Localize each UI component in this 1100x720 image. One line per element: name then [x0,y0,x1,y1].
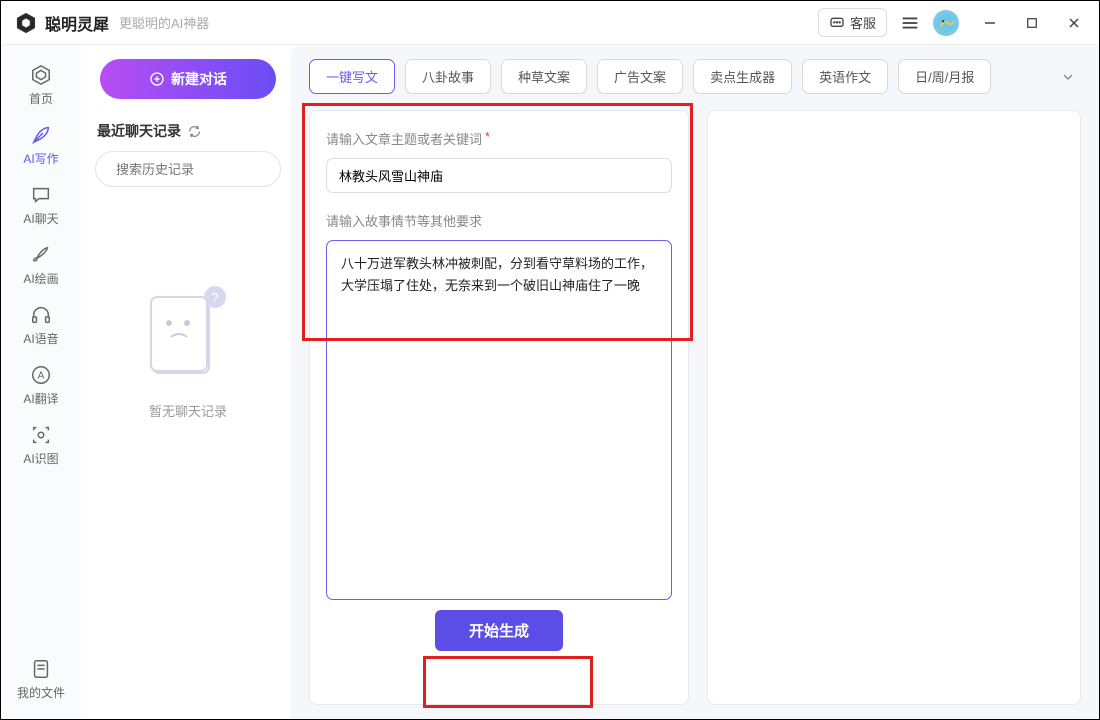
sidebar-item-voice[interactable]: AI语音 [11,297,71,353]
main-area: 一键写文 八卦故事 种草文案 广告文案 卖点生成器 英语作文 日/周/月报 请输… [291,45,1099,719]
form-column: 请输入文章主题或者关键词 * 请输入故事情节等其他要求 开始生成 [309,110,689,705]
new-chat-button[interactable]: 新建对话 [100,59,276,99]
sidebar-item-translate[interactable]: A AI翻译 [11,357,71,413]
sidebar-item-writing[interactable]: AI写作 [11,117,71,173]
new-chat-label: 新建对话 [171,69,227,89]
tab-report[interactable]: 日/周/月报 [898,59,991,94]
sidebar-item-label: AI语音 [23,330,58,347]
feather-icon [30,124,52,146]
avatar[interactable] [933,10,959,36]
required-asterisk: * [485,129,490,148]
app-name: 聪明灵犀 [45,11,109,35]
sidebar-item-home[interactable]: 首页 [11,57,71,113]
svg-text:?: ? [211,290,218,305]
sidebar-item-draw[interactable]: AI绘画 [11,237,71,293]
tab-english-essay[interactable]: 英语作文 [802,59,888,94]
chat-icon [829,15,845,31]
scan-icon [30,424,52,446]
tab-onekey-write[interactable]: 一键写文 [309,59,395,94]
sidebar-item-label: 首页 [29,90,53,107]
history-title-text: 最近聊天记录 [97,121,181,141]
titlebar: 聪明灵犀 更聪明的AI神器 客服 [1,1,1099,45]
app-logo-icon [15,12,37,34]
tab-gossip[interactable]: 八卦故事 [405,59,491,94]
menu-button[interactable] [899,12,921,34]
generate-button[interactable]: 开始生成 [435,610,563,651]
history-title: 最近聊天记录 [97,121,279,141]
sidebar-item-label: AI翻译 [23,390,58,407]
tabs-more-button[interactable] [1055,64,1081,90]
app-subtitle: 更聪明的AI神器 [119,13,209,32]
sidebar-item-label: AI聊天 [23,210,58,227]
refresh-icon[interactable] [187,124,202,139]
tab-ad-copy[interactable]: 广告文案 [597,59,683,94]
minimize-button[interactable] [979,12,1001,34]
close-button[interactable] [1063,12,1085,34]
history-search[interactable] [95,151,281,187]
sidebar-item-chat[interactable]: AI聊天 [11,177,71,233]
headphone-icon [30,304,52,326]
chevron-down-icon [1060,69,1076,85]
tabs: 一键写文 八卦故事 种草文案 广告文案 卖点生成器 英语作文 日/周/月报 [309,59,1081,94]
sidebar-item-label: 我的文件 [17,684,65,701]
plot-textarea[interactable] [326,240,672,600]
history-empty-text: 暂无聊天记录 [149,401,227,420]
output-column [707,110,1081,705]
topic-input[interactable] [326,158,672,193]
home-icon [30,64,52,86]
support-button[interactable]: 客服 [818,8,887,37]
file-icon [30,658,52,680]
history-panel: 新建对话 最近聊天记录 ? 暂无聊天记录 [81,45,291,719]
maximize-button[interactable] [1021,12,1043,34]
translate-icon: A [30,364,52,386]
annotation-highlight-bottom [423,656,593,708]
sidebar-item-label: AI写作 [23,150,58,167]
support-label: 客服 [850,13,876,32]
empty-illustration: ? [143,283,233,383]
svg-text:A: A [38,370,45,381]
plus-circle-icon [149,71,165,87]
plot-label: 请输入故事情节等其他要求 [326,211,672,230]
sidebar-item-label: AI识图 [23,450,58,467]
sidebar-item-files[interactable]: 我的文件 [11,651,71,707]
topic-label: 请输入文章主题或者关键词 * [326,129,672,148]
sidebar-item-label: AI绘画 [23,270,58,287]
sidebar: 首页 AI写作 AI聊天 AI绘画 AI语音 A AI翻译 AI识图 [1,45,81,719]
sidebar-item-image[interactable]: AI识图 [11,417,71,473]
history-search-input[interactable] [116,162,292,177]
chat-bubble-icon [30,184,52,206]
tab-sellpoint[interactable]: 卖点生成器 [693,59,792,94]
brush-icon [30,244,52,266]
tab-seed-copy[interactable]: 种草文案 [501,59,587,94]
